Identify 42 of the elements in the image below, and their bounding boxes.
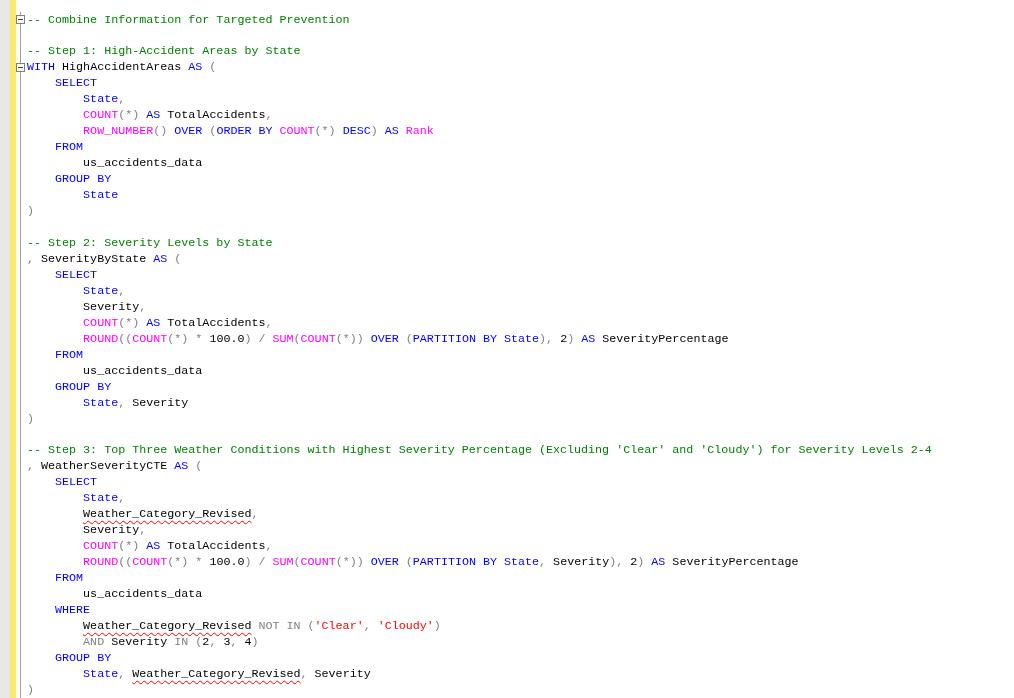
code-line: ) <box>27 683 34 697</box>
code-line: State, Weather_Category_Revised, Severity <box>82 667 371 681</box>
code-line: SELECT <box>54 267 98 282</box>
code-line: State <box>82 188 119 203</box>
code-line: us_accidents_data <box>82 156 203 171</box>
code-line: AND Severity IN (2, 3, 4) <box>82 635 259 649</box>
code-line: State, <box>82 283 126 298</box>
code-line: GROUP BY <box>54 379 112 394</box>
code-line: -- Step 1: High-Accident Areas by State <box>27 44 301 59</box>
code-line: State, <box>82 491 126 505</box>
code-line: ROUND((COUNT(*) * 100.0) / SUM(COUNT(*)) OVER (PARTITION BY State, Severity), 2) AS SeverityPercentage <box>82 555 799 569</box>
code-line: FROM <box>54 140 84 155</box>
code-line: Severity, <box>82 523 147 537</box>
code-line: GROUP BY <box>54 172 112 187</box>
collapse-icon[interactable] <box>16 62 25 72</box>
code-line: State, <box>82 92 126 107</box>
code-line: -- Step 3: Top Three Weather Conditions with Highest Severity Percentage (Excluding 'Clear' and 'Cloudy') for Severity Levels 2-4 <box>27 443 932 457</box>
code-line: Weather_Category_Revised NOT IN ('Clear', 'Cloudy') <box>82 619 441 633</box>
code-line: WITH HighAccidentAreas AS ( <box>27 60 217 75</box>
code-line: COUNT(*) AS TotalAccidents, <box>82 315 273 330</box>
code-line: ROUND((COUNT(*) * 100.0) / SUM(COUNT(*)) OVER (PARTITION BY State), 2) AS SeverityPercentage <box>82 331 729 346</box>
code-line: FROM <box>54 571 84 585</box>
collapse-icon[interactable] <box>16 15 25 24</box>
code-line: -- Combine Information for Targeted Prevention <box>27 13 350 27</box>
code-line: -- Step 2: Severity Levels by State <box>27 235 273 250</box>
code-line: Weather_Category_Revised, <box>82 507 259 521</box>
code-line: State, Severity <box>82 395 189 410</box>
code-line: us_accidents_data <box>82 363 203 378</box>
code-line: COUNT(*) AS TotalAccidents, <box>82 539 273 553</box>
code-line: GROUP BY <box>54 651 112 665</box>
code-line: , SeverityByState AS ( <box>27 251 182 266</box>
code-line: WHERE <box>54 603 91 617</box>
code-line: ROW_NUMBER() OVER (ORDER BY COUNT(*) DESC) AS Rank <box>82 124 434 139</box>
code-line: ) <box>27 204 34 219</box>
code-line: FROM <box>54 347 84 362</box>
code-line: COUNT(*) AS TotalAccidents, <box>82 108 273 123</box>
code-line: Severity, <box>82 299 147 314</box>
code-line: ) <box>27 411 34 426</box>
code-line: , WeatherSeverityCTE AS ( <box>27 459 203 473</box>
code-line: SELECT <box>54 76 98 91</box>
code-line: SELECT <box>54 475 98 489</box>
code-line: us_accidents_data <box>82 587 203 601</box>
